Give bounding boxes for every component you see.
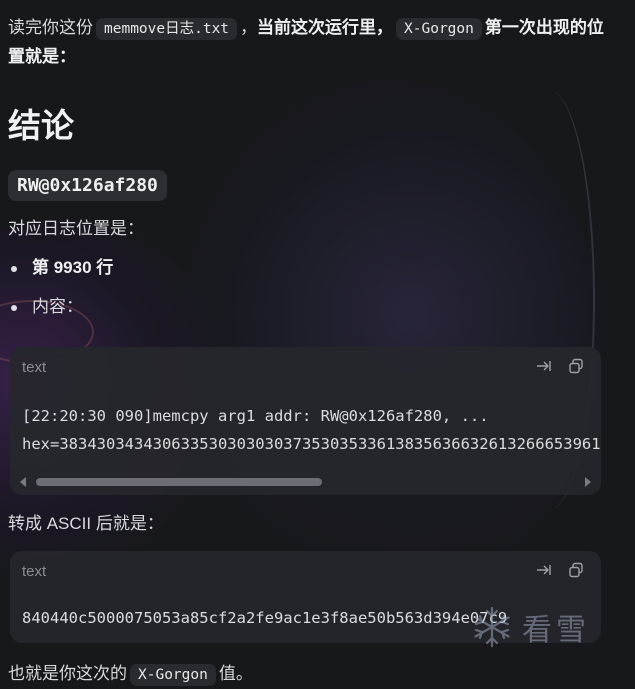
- code-line-2: hex=383430343430633530303030373530353361…: [22, 435, 601, 453]
- code-block-log-line: text [22:20:30 090]memcpy arg1 addr: RW@…: [10, 347, 601, 495]
- copy-icon[interactable]: [567, 357, 585, 375]
- scroll-right-icon[interactable]: [585, 477, 591, 487]
- code-language-label: text: [22, 563, 47, 580]
- code-content: 840440c5000075053a85cf2a2fe9ac1e3f8ae50b…: [22, 604, 507, 632]
- wrap-icon[interactable]: [535, 561, 553, 579]
- list-item-line: 第 9930 行: [8, 254, 113, 282]
- file-name-code: memmove日志.txt: [96, 18, 238, 40]
- line-number-text: 第 9930 行: [32, 258, 114, 277]
- horizontal-scrollbar[interactable]: [18, 475, 593, 489]
- code-content: [22:20:30 090]memcpy arg1 addr: RW@0x126…: [22, 402, 601, 458]
- scrollbar-thumb[interactable]: [36, 478, 322, 486]
- snowflake-icon: [474, 606, 510, 648]
- scroll-left-icon[interactable]: [20, 477, 26, 487]
- code-toolbar: [535, 357, 585, 375]
- wrap-icon[interactable]: [535, 357, 553, 375]
- closing-paragraph: 也就是你这次的 X-Gorgon 值。: [8, 660, 253, 689]
- intro-comma: ，: [240, 18, 258, 37]
- code-language-label: text: [22, 359, 47, 376]
- copy-icon[interactable]: [567, 561, 585, 579]
- position-list: 第 9930 行 内容：: [8, 254, 113, 332]
- conclusion-heading: 结论: [8, 107, 74, 144]
- closing-x-gorgon-code: X-Gorgon: [130, 664, 216, 686]
- address-code: RW@0x126af280: [8, 170, 167, 201]
- code-line-1: [22:20:30 090]memcpy arg1 addr: RW@0x126…: [22, 407, 489, 425]
- x-gorgon-code: X-Gorgon: [396, 18, 482, 40]
- intro-paragraph: 读完你这份 memmove日志.txt ，当前这次运行里， X-Gorgon 第一次出现…: [8, 14, 608, 71]
- closing-prefix: 也就是你这次的: [8, 664, 127, 683]
- content-label: 内容：: [32, 297, 83, 316]
- intro-prefix: 读完你这份: [8, 18, 93, 37]
- ascii-intro: 转成 ASCII 后就是：: [8, 514, 164, 533]
- code-line-1: 840440c5000075053a85cf2a2fe9ac1e3f8ae50b…: [22, 609, 508, 627]
- watermark-text: 看雪: [522, 614, 590, 647]
- code-toolbar: [535, 561, 585, 579]
- watermark: 看雪: [470, 605, 590, 649]
- list-item-content: 内容：: [8, 293, 113, 321]
- position-intro: 对应日志位置是：: [8, 219, 144, 238]
- closing-suffix: 值。: [218, 664, 253, 683]
- intro-bold: 当前这次运行里，: [257, 18, 394, 37]
